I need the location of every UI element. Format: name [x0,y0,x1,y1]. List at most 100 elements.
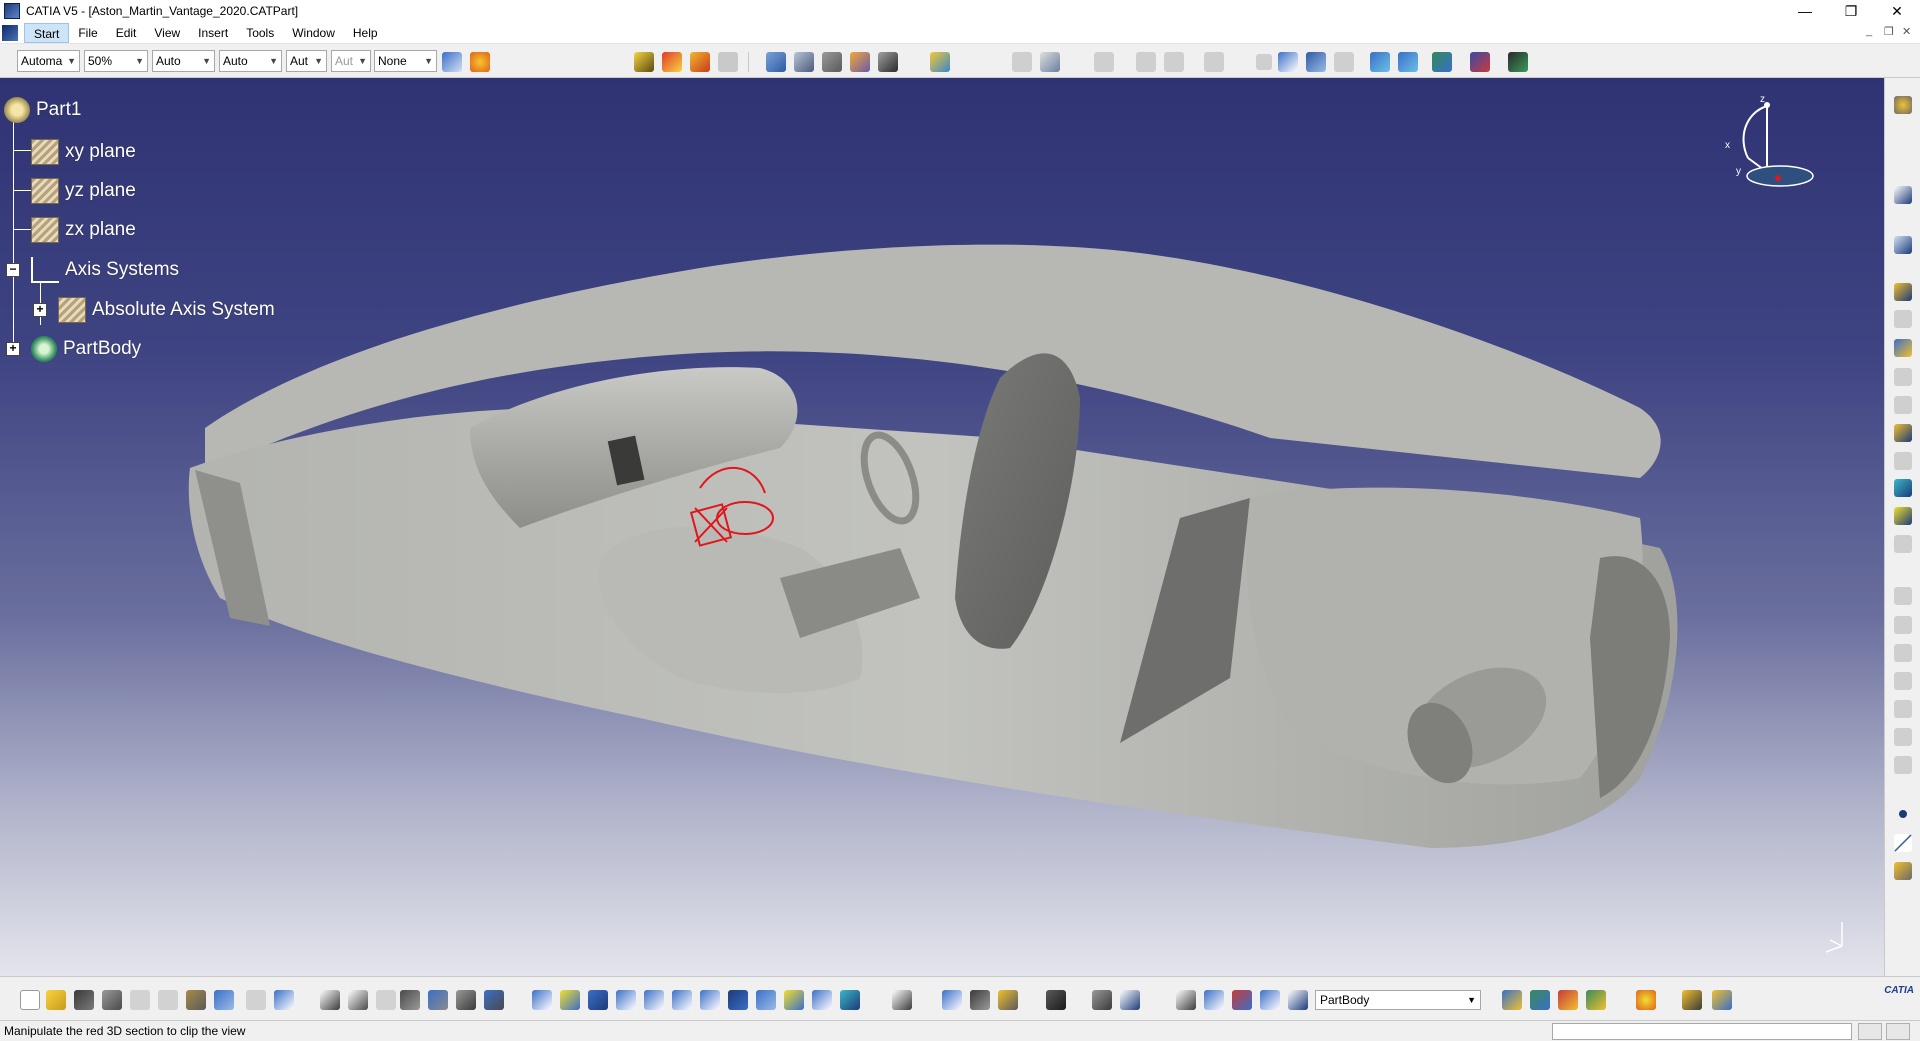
swap-visible-space-icon[interactable] [840,990,860,1010]
select-arrow-icon[interactable] [1894,186,1912,204]
macro-icon[interactable] [1508,52,1528,72]
menu-help[interactable]: Help [344,23,387,43]
tree-item-zx-plane[interactable]: zx plane [31,216,136,244]
fit-all-icon[interactable] [560,990,580,1010]
zoom-in-icon[interactable] [644,990,664,1010]
update-icon[interactable] [1092,990,1112,1010]
table-icon[interactable] [1470,52,1490,72]
iso-view-icon[interactable] [756,990,776,1010]
tree-item-yz-plane[interactable]: yz plane [31,177,136,205]
line-thickness-combo[interactable]: Auto ▼ [152,50,215,72]
open-folder-icon[interactable] [46,990,66,1010]
text-with-leader-icon[interactable] [766,52,786,72]
multi-view-icon[interactable] [728,990,748,1010]
new-file-icon[interactable] [20,990,40,1010]
capture-icon[interactable] [1046,990,1066,1010]
shaft-icon[interactable] [1894,339,1912,357]
color-combo[interactable]: Automa ▼ [17,50,80,72]
apply-material-icon[interactable] [930,52,950,72]
apply-material-icon[interactable] [1636,990,1656,1010]
hide-show-icon[interactable] [812,990,832,1010]
line-icon[interactable] [1894,834,1912,852]
solid-combine-icon[interactable] [1894,479,1912,497]
print-icon[interactable] [102,990,122,1010]
fly-mode-icon[interactable] [532,990,552,1010]
axis-system-icon[interactable] [1176,990,1196,1010]
close-button[interactable]: ✕ [1874,0,1920,22]
formula-icon[interactable] [320,990,340,1010]
point-icon[interactable] [1899,810,1907,818]
document-icon[interactable] [2,24,18,41]
comment-icon[interactable] [348,990,368,1010]
stop-command-button[interactable] [1858,1023,1882,1040]
pad-icon[interactable] [1894,283,1912,301]
menu-file[interactable]: File [69,23,106,43]
rotate-icon[interactable] [616,990,636,1010]
menu-start[interactable]: Start [24,22,70,43]
transparency-combo[interactable]: 50% ▼ [84,50,148,72]
doc-close-icon[interactable]: ✕ [1902,25,1911,38]
multi-section-icon[interactable] [1894,507,1912,525]
measure-inertia-icon[interactable] [998,990,1018,1010]
workbench-gear-icon[interactable] [1894,96,1912,114]
expand-absolute-axis-toggle[interactable]: + [33,303,47,317]
reaction-icon[interactable] [456,990,476,1010]
undo-icon[interactable] [214,990,234,1010]
shading-icon[interactable] [784,990,804,1010]
tree-item-axis-systems[interactable]: Axis Systems [31,256,179,284]
doc-restore-icon[interactable]: ❐ [1884,25,1894,38]
graphic-properties-icon[interactable] [470,52,490,72]
pocket-icon[interactable] [690,52,710,72]
cube-icon[interactable] [1204,990,1224,1010]
law-icon[interactable] [428,990,448,1010]
multi-view-icon[interactable] [1432,52,1452,72]
menu-edit[interactable]: Edit [107,23,146,43]
measure-item-icon[interactable] [878,52,898,72]
tree-item-xy-plane[interactable]: xy plane [31,138,136,166]
sketcher-icon[interactable] [634,52,654,72]
3d-compass-icon[interactable] [1120,990,1140,1010]
scan-icon[interactable] [1682,990,1702,1010]
layer-combo[interactable]: None ▼ [374,50,437,72]
command-history-button[interactable] [1886,1023,1910,1040]
doc-minimize-icon[interactable]: _ [1866,25,1872,37]
save-icon[interactable] [74,990,94,1010]
compass-manipulator[interactable]: z x y [1710,88,1820,198]
tree-item-partbody[interactable]: PartBody [31,335,141,363]
analysis-icon[interactable] [1530,990,1550,1010]
flip-icon[interactable] [1232,990,1252,1010]
current-body-combo[interactable]: PartBody ▼ [1315,990,1481,1010]
measure-between-icon[interactable] [942,990,962,1010]
ordered-geometry-icon[interactable] [1260,990,1280,1010]
tree-item-absolute-axis-system[interactable]: Absolute Axis System [58,296,275,324]
plane-tool-icon[interactable] [1894,862,1912,880]
format-painter-icon[interactable] [442,52,462,72]
annotation-plane-icon[interactable] [822,52,842,72]
expand-partbody-toggle[interactable]: + [6,342,20,356]
pan-icon[interactable] [588,990,608,1010]
normal-view-icon[interactable] [700,990,720,1010]
paste-icon[interactable] [186,990,206,1010]
draft-analysis-icon[interactable] [1558,990,1578,1010]
point-symbol-combo[interactable]: Aut ▼ [286,50,327,72]
restore-button[interactable]: ❐ [1828,0,1874,22]
sketch-icon[interactable] [1894,236,1912,254]
pad-icon[interactable] [662,52,682,72]
measure-between-icon[interactable] [850,52,870,72]
menu-view[interactable]: View [145,23,189,43]
define-in-work-icon[interactable] [1288,990,1308,1010]
create-sheet-icon[interactable] [892,990,912,1010]
zoom-out-icon[interactable] [672,990,692,1010]
measure-item-icon[interactable] [970,990,990,1010]
view-right-icon[interactable] [1398,52,1418,72]
linetype-combo[interactable]: Auto ▼ [219,50,282,72]
tree-root-part1[interactable]: Part1 [4,96,81,124]
minimize-button[interactable]: — [1782,0,1828,22]
menu-tools[interactable]: Tools [237,23,283,43]
collapse-axis-systems-toggle[interactable]: − [6,263,20,277]
catia-app-icon[interactable] [4,3,20,19]
measure-icon[interactable] [794,52,814,72]
view-left-icon[interactable] [1370,52,1390,72]
catalog-icon[interactable] [484,990,504,1010]
power-input-field[interactable] [1552,1023,1852,1040]
